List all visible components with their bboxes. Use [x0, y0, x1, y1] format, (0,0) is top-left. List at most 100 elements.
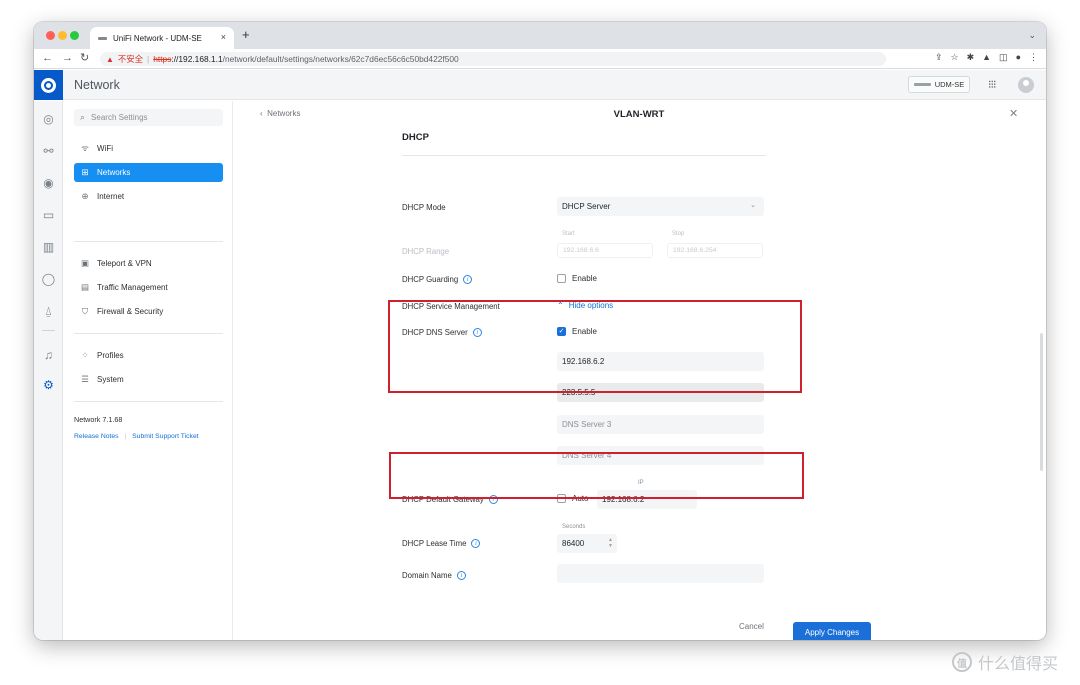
tab-close-icon[interactable]: ×	[221, 32, 226, 42]
lease-time-value: 86400	[562, 539, 585, 548]
reload-icon[interactable]: ↻	[80, 52, 89, 65]
back-to-networks-link[interactable]: ‹ Networks	[260, 109, 300, 118]
sidebar-links: Release Notes | Submit Support Ticket	[74, 433, 199, 440]
app-title: Network	[74, 78, 120, 92]
highlight-box-gateway	[389, 452, 804, 499]
sidebar-item-wifi[interactable]: ᯤ WiFi	[74, 139, 223, 158]
sidebar-item-label: Networks	[97, 168, 131, 177]
dhcp-guarding-label: DHCP Guarding i	[402, 275, 473, 284]
dhcp-lease-time-label: DHCP Lease Time i	[402, 539, 481, 548]
section-title: DHCP	[402, 132, 429, 143]
sidebar-item-traffic-management[interactable]: ▤ Traffic Management	[74, 278, 223, 297]
release-notes-link[interactable]: Release Notes	[74, 433, 119, 440]
side-panel-icon[interactable]: ◫	[999, 52, 1008, 63]
watermark-text: 什么值得买	[978, 656, 1059, 673]
sidebar-item-label: System	[97, 375, 124, 384]
menu-kebab-icon[interactable]: ⋮	[1029, 52, 1038, 63]
sidebar-item-system[interactable]: ☰ System	[74, 370, 223, 389]
profile-icon[interactable]: ●	[1016, 52, 1021, 63]
notifications-bell-icon[interactable]: ♫	[40, 347, 57, 364]
support-ticket-link[interactable]: Submit Support Ticket	[132, 433, 199, 440]
search-placeholder: Search Settings	[91, 113, 148, 122]
icon-rail: ◎ ⚯ ◉ ▭ ▥ ◯ ⍙ ♫ ⚙	[34, 101, 63, 640]
panel-scrollbar[interactable]	[1040, 333, 1043, 471]
client-devices-icon[interactable]: ▭	[40, 207, 57, 224]
unifi-logo-icon[interactable]	[34, 70, 63, 100]
network-topology-icon: ⊞	[81, 167, 89, 177]
system-icon: ☰	[81, 374, 89, 384]
system-log-icon[interactable]: ⍙	[40, 303, 57, 320]
dns-server-3-placeholder: DNS Server 3	[562, 420, 612, 429]
info-icon[interactable]: i	[463, 275, 473, 284]
checkbox-unchecked-icon[interactable]	[557, 274, 566, 283]
warning-icon: ▲	[106, 54, 114, 64]
wifi-icon: ᯤ	[81, 143, 89, 153]
settings-gear-icon[interactable]: ⚙	[40, 377, 57, 394]
link-separator: |	[124, 433, 127, 440]
globe-icon: ⊕	[81, 191, 89, 201]
cancel-button[interactable]: Cancel	[739, 622, 764, 631]
dashboard-icon[interactable]: ◎	[40, 111, 57, 128]
device-selector[interactable]: UDM-SE	[908, 76, 970, 93]
dhcp-mode-select[interactable]: DHCP Server ⌄	[557, 197, 764, 216]
dhcp-lease-time-text: DHCP Lease Time	[402, 539, 467, 548]
stepper-arrows-icon[interactable]: ▲ ▼	[608, 537, 613, 549]
lease-time-stepper[interactable]: 86400 ▲ ▼	[557, 534, 617, 553]
dns-server-3-input[interactable]: DNS Server 3	[557, 415, 764, 434]
forward-arrow-icon[interactable]: →	[62, 52, 73, 65]
info-icon[interactable]: i	[456, 571, 466, 580]
domain-name-input[interactable]	[557, 564, 764, 583]
tab-search-chevron-icon[interactable]: ⌄	[1028, 30, 1036, 41]
shield-icon: ⛉	[81, 306, 89, 316]
domain-name-label: Domain Name i	[402, 571, 466, 580]
sidebar-item-networks[interactable]: ⊞ Networks	[74, 163, 223, 182]
range-stop-field: 192.168.6.254	[667, 243, 763, 258]
search-input[interactable]: ⌕ Search Settings	[74, 109, 223, 126]
teleport-icon: ▣	[80, 258, 90, 268]
sidebar-item-teleport-vpn[interactable]: ▣ Teleport & VPN	[74, 254, 223, 273]
browser-tab[interactable]: UniFi Network - UDM-SE ×	[90, 27, 234, 49]
avatar[interactable]	[1018, 77, 1034, 93]
extension-flask-icon[interactable]: ▲	[982, 52, 991, 63]
close-window-button[interactable]	[46, 31, 55, 40]
statistics-icon[interactable]: ▥	[40, 239, 57, 256]
dhcp-mode-value: DHCP Server	[562, 202, 611, 211]
browser-toolbar: ← → ↻ ▲ 不安全 | https ://192.168.1.1 /netw…	[34, 49, 1046, 69]
bookmark-star-icon[interactable]: ☆	[951, 52, 959, 63]
sidebar-item-label: Profiles	[97, 351, 124, 360]
url-scheme: https	[153, 54, 172, 64]
back-arrow-icon[interactable]: ←	[42, 52, 53, 65]
info-icon[interactable]: i	[471, 539, 481, 548]
apply-changes-button[interactable]: Apply Changes	[793, 622, 871, 640]
rail-divider	[42, 330, 55, 331]
zoom-window-button[interactable]	[70, 31, 79, 40]
topology-icon[interactable]: ⚯	[40, 143, 57, 160]
insights-icon[interactable]: ◯	[40, 271, 57, 288]
traffic-icon: ▤	[80, 282, 90, 292]
sidebar-item-profiles[interactable]: ⁘ Profiles	[74, 346, 223, 365]
new-tab-button[interactable]: +	[242, 28, 250, 41]
devices-icon[interactable]: ◉	[40, 175, 57, 192]
security-label[interactable]: 不安全	[118, 53, 143, 65]
profiles-icon: ⁘	[81, 350, 89, 360]
address-bar[interactable]: ▲ 不安全 | https ://192.168.1.1 /network/de…	[100, 52, 886, 66]
watermark-logo-icon: 值	[952, 652, 972, 672]
url-path: /network/default/settings/networks/62c7d…	[222, 54, 459, 64]
dhcp-mode-label: DHCP Mode	[402, 203, 446, 212]
minimize-window-button[interactable]	[58, 31, 67, 40]
toolbar-icons: ⇪ ☆ ✱ ▲ ◫ ● ⋮	[935, 52, 1038, 63]
app-header: Network UDM-SE ⁝⁝⁝	[34, 70, 1046, 100]
url-host: ://192.168.1.1	[171, 54, 223, 64]
apps-grid-icon[interactable]: ⁝⁝⁝	[988, 78, 996, 91]
sidebar-item-firewall-security[interactable]: ⛉ Firewall & Security	[74, 302, 223, 321]
sidebar-item-label: Internet	[97, 192, 125, 201]
sidebar-item-label: Traffic Management	[97, 283, 168, 292]
range-start-field: 192.168.6.6	[557, 243, 653, 258]
share-icon[interactable]: ⇪	[935, 52, 943, 63]
sidebar-item-internet[interactable]: ⊕ Internet	[74, 187, 223, 206]
favicon-icon	[98, 36, 107, 40]
extensions-icon[interactable]: ✱	[967, 52, 975, 63]
site-watermark: 值 什么值得买	[952, 650, 1058, 674]
dhcp-guarding-checkbox[interactable]: Enable	[557, 274, 597, 283]
close-icon[interactable]: ✕	[1009, 107, 1018, 120]
